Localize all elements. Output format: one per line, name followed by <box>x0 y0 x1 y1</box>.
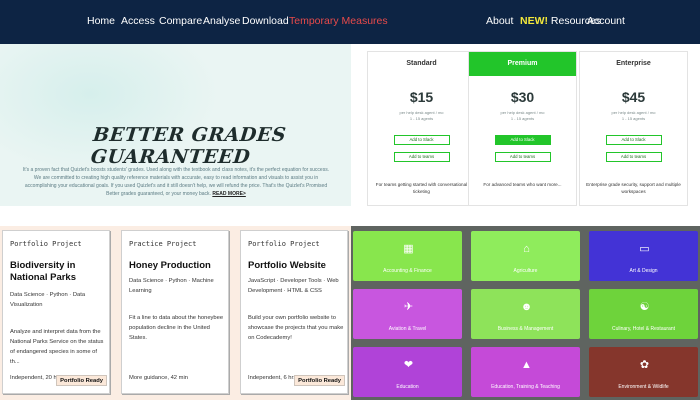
hand-heart-icon: ❤ <box>403 359 414 371</box>
projects-section: Portfolio Project Biodiversity in Nation… <box>0 226 351 400</box>
plan-description: Enterprise grade security, support and m… <box>586 182 681 194</box>
project-description: Build your own portfolio website to show… <box>248 315 344 341</box>
plan-card-premium: Premium $30 per help desk agent / mo 1 -… <box>468 51 577 206</box>
add-to-teams-button[interactable]: Add to teams <box>393 152 450 162</box>
category-label: Art & Design <box>629 268 658 274</box>
add-to-slack-button[interactable]: Add to Slack <box>605 135 662 145</box>
category-tile-education-training[interactable]: ▲ Education, Training & Teaching <box>471 347 580 397</box>
category-tile-environment[interactable]: ✿ Environment & Wildlife <box>589 347 698 397</box>
category-tile-culinary[interactable]: ☯ Culinary, Hotel & Restaurant <box>589 289 698 339</box>
nav-home-link[interactable]: Home <box>87 15 115 27</box>
hero-body: It's a proven fact that Quizlet's boosts… <box>20 166 332 198</box>
hero-body-text: It's a proven fact that Quizlet's boosts… <box>22 167 330 197</box>
project-description: Analyze and interpret data from the Nati… <box>10 329 104 365</box>
category-label: Environment & Wildlife <box>618 384 669 390</box>
monitor-icon: ▭ <box>639 243 650 255</box>
project-kind: Portfolio Project <box>248 240 320 248</box>
new-badge: NEW! <box>520 15 548 27</box>
category-label: Aviation & Travel <box>388 326 427 332</box>
nav-compare-link[interactable]: Compare <box>159 15 202 27</box>
project-card[interactable]: Practice Project Honey Production Data S… <box>121 230 229 394</box>
plan-name: Standard <box>406 60 437 67</box>
plan-price: $30 <box>510 89 535 105</box>
category-label: Accounting & Finance <box>383 268 432 274</box>
plan-card-enterprise: Enterprise $45 per help desk agent / mo … <box>579 51 688 206</box>
portfolio-ready-badge: Portfolio Ready <box>56 375 107 386</box>
category-tile-aviation[interactable]: ✈ Aviation & Travel <box>353 289 462 339</box>
nav-account-link[interactable]: Account <box>587 15 625 27</box>
plan-agents: 1 - 15 agents <box>510 116 535 121</box>
project-card[interactable]: Portfolio Project Portfolio Website Java… <box>240 230 348 394</box>
project-tags: Data Science · Python · Machine Learning <box>129 278 214 294</box>
project-title: Portfolio Website <box>248 260 326 271</box>
leaf-icon: ✿ <box>639 359 650 371</box>
add-to-slack-button[interactable]: Add to Slack <box>494 135 551 145</box>
project-tags: Data Science · Python · Data Visualizati… <box>10 292 86 308</box>
plan-description: For teams getting started with conversat… <box>375 182 468 194</box>
nav-download-link[interactable]: Download <box>242 15 289 27</box>
plan-agents: 1 - 15 agents <box>621 116 646 121</box>
category-tile-education[interactable]: ❤ Education <box>353 347 462 397</box>
plan-agents: 1 - 15 agents <box>409 116 434 121</box>
category-tile-business[interactable]: ☻ Business & Management <box>471 289 580 339</box>
category-label: Education, Training & Teaching <box>491 384 560 390</box>
add-to-teams-button[interactable]: Add to teams <box>605 152 662 162</box>
plan-description: For advanced teams who want more... <box>483 182 562 187</box>
plan-price: $15 <box>409 89 434 105</box>
farm-icon: ⌂ <box>523 243 530 255</box>
guarantee-hero: BETTER GRADES GUARANTEED It's a proven f… <box>0 44 351 206</box>
pricing-section: Standard $15 per help desk agent / mo 1 … <box>351 44 700 206</box>
category-tile-art-design[interactable]: ▭ Art & Design <box>589 231 698 281</box>
plan-card-standard: Standard $15 per help desk agent / mo 1 … <box>367 51 476 206</box>
graduation-cap-icon: ▲ <box>521 359 532 371</box>
project-kind: Practice Project <box>129 240 197 248</box>
people-icon: ☻ <box>520 301 533 313</box>
plan-name: Premium <box>469 52 576 76</box>
top-nav-bar: Home Access Compare Analyse Download Tem… <box>0 0 700 44</box>
project-tags: JavaScript · Developer Tools · Web Devel… <box>248 278 339 294</box>
project-title: Honey Production <box>129 260 211 271</box>
nav-about-link[interactable]: About <box>486 15 513 27</box>
category-tile-accounting[interactable]: ▦ Accounting & Finance <box>353 231 462 281</box>
category-tile-agriculture[interactable]: ⌂ Agriculture <box>471 231 580 281</box>
project-title: Biodiversity in National Parks <box>10 260 76 283</box>
categories-grid: ▦ Accounting & Finance ⌂ Agriculture ▭ A… <box>351 226 700 400</box>
add-to-slack-button[interactable]: Add to Slack <box>393 135 450 145</box>
nav-analyse-link[interactable]: Analyse <box>203 15 240 27</box>
portfolio-ready-badge: Portfolio Ready <box>294 375 345 386</box>
project-meta: More guidance, 42 min <box>129 375 188 381</box>
plan-price: $45 <box>621 89 646 105</box>
hero-heading: BETTER GRADES GUARANTEED <box>89 124 288 168</box>
category-label: Business & Management <box>497 326 554 332</box>
nav-temporary-measures-link[interactable]: Temporary Measures <box>289 15 388 27</box>
project-kind: Portfolio Project <box>10 240 82 248</box>
project-description: Fit a line to data about the honeybee po… <box>129 315 224 341</box>
calculator-icon: ▦ <box>403 243 414 255</box>
read-more-link[interactable]: READ MORE> <box>212 191 245 197</box>
category-label: Agriculture <box>513 268 538 274</box>
add-to-teams-button[interactable]: Add to teams <box>494 152 551 162</box>
airplane-icon: ✈ <box>403 301 414 313</box>
plan-name: Enterprise <box>616 60 651 67</box>
project-card[interactable]: Portfolio Project Biodiversity in Nation… <box>2 230 110 394</box>
category-label: Education <box>396 384 419 390</box>
chef-hat-icon: ☯ <box>639 301 650 313</box>
nav-access-link[interactable]: Access <box>121 15 155 27</box>
category-label: Culinary, Hotel & Restaurant <box>612 326 675 332</box>
